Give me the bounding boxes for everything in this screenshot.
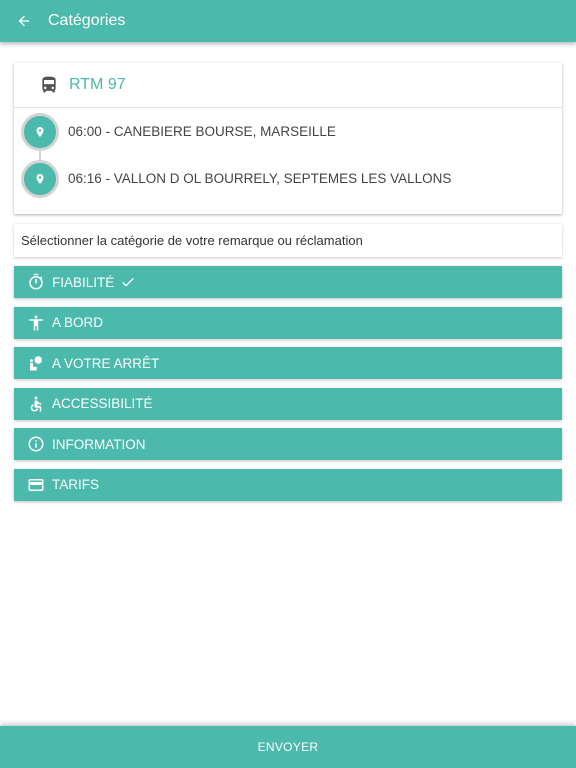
info-icon: [27, 435, 45, 453]
waiting-person-icon: [27, 354, 45, 372]
send-button[interactable]: ENVOYER: [0, 726, 576, 768]
line-name: RTM 97: [69, 76, 126, 93]
credit-card-icon: [27, 476, 45, 494]
category-label: FIABILITÉ: [52, 274, 115, 290]
category-label: ACCESSIBILITÉ: [52, 396, 153, 411]
category-list: FIABILITÉ A BORD A VOTRE ARRÊT ACCESSIBI…: [14, 266, 562, 509]
page-title: Catégories: [48, 12, 126, 29]
location-pin-icon: [36, 173, 44, 184]
wheelchair-icon: [27, 395, 45, 413]
category-label: A VOTRE ARRÊT: [52, 355, 160, 371]
instruction-text: Sélectionner la catégorie de votre remar…: [14, 224, 562, 257]
category-information[interactable]: INFORMATION: [14, 428, 562, 460]
trip-card: RTM 97 06:00 - CANEBIERE BOURSE, MARSEIL…: [14, 63, 562, 214]
stopwatch-icon: [27, 273, 45, 291]
stop-list: 06:00 - CANEBIERE BOURSE, MARSEILLE 06:1…: [14, 108, 562, 202]
category-label: INFORMATION: [52, 436, 146, 452]
stop-text: 06:00 - CANEBIERE BOURSE, MARSEILLE: [68, 124, 336, 139]
stop-marker: [21, 159, 59, 198]
category-label: TARIFS: [52, 477, 99, 492]
stop-row-departure: 06:00 - CANEBIERE BOURSE, MARSEILLE: [14, 108, 562, 155]
line-row: RTM 97: [14, 63, 562, 108]
app-bar: Catégories: [0, 0, 576, 42]
category-fiabilite[interactable]: FIABILITÉ: [14, 266, 562, 298]
location-pin-icon: [36, 126, 44, 137]
stop-marker: [21, 112, 59, 151]
stop-text: 06:16 - VALLON D OL BOURRELY, SEPTEMES L…: [68, 171, 452, 186]
category-label: A BORD: [52, 315, 104, 330]
category-tarifs[interactable]: TARIFS: [14, 468, 562, 501]
category-a-bord[interactable]: A BORD: [14, 306, 562, 339]
category-a-votre-arret[interactable]: A VOTRE ARRÊT: [14, 347, 562, 379]
person-standing-icon: [27, 314, 45, 332]
category-accessibilite[interactable]: ACCESSIBILITÉ: [14, 387, 562, 420]
stop-row-arrival: 06:16 - VALLON D OL BOURRELY, SEPTEMES L…: [14, 155, 562, 202]
back-button[interactable]: [0, 0, 48, 42]
check-icon: [120, 274, 136, 290]
bus-icon: [39, 75, 59, 95]
arrow-left-icon: [18, 15, 30, 27]
